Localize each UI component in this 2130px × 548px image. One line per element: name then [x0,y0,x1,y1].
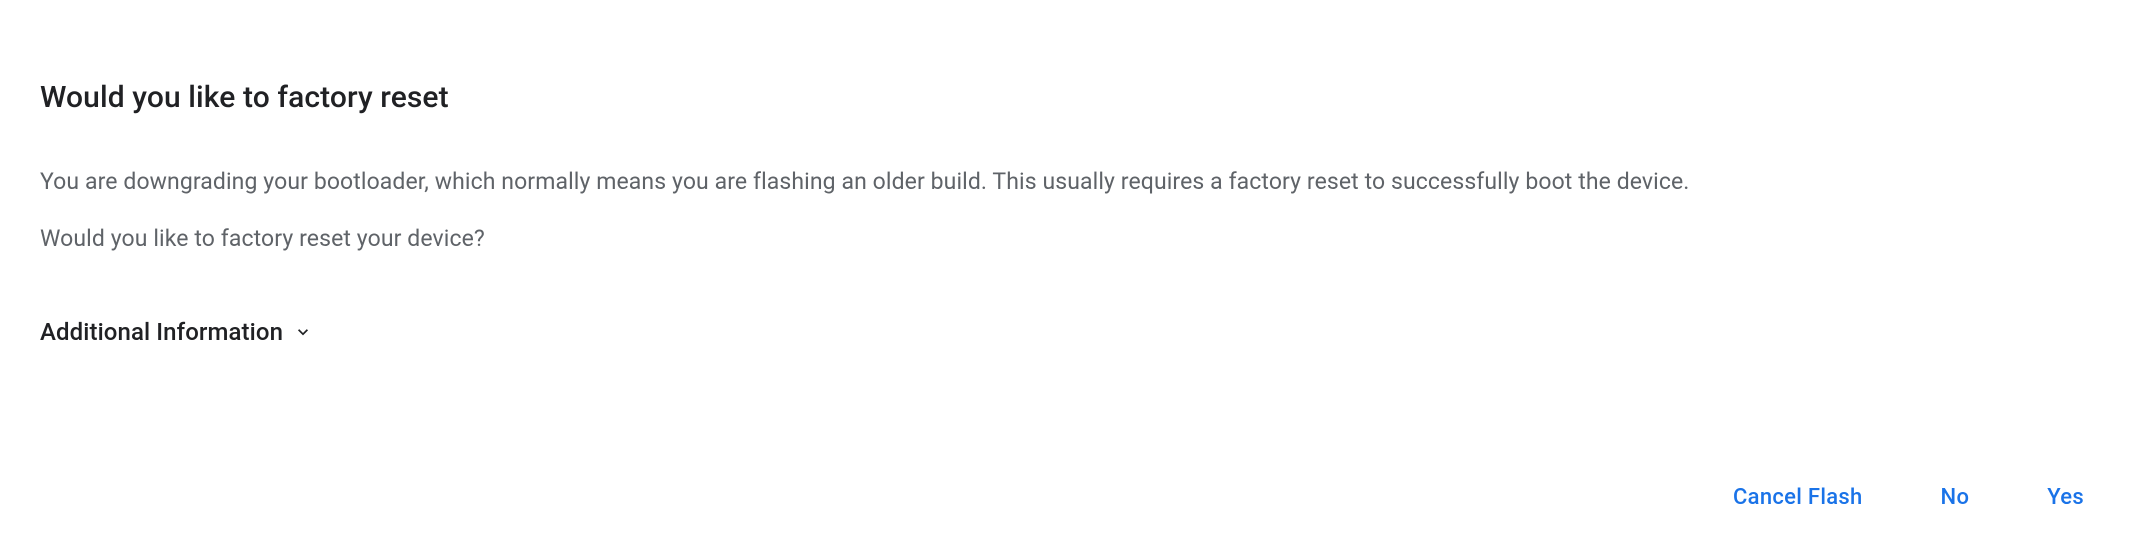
dialog-title: Would you like to factory reset [40,80,2090,115]
no-button[interactable]: No [1937,477,1974,518]
dialog-button-row: Cancel Flash No Yes [1729,477,2088,518]
yes-button[interactable]: Yes [2043,477,2088,518]
additional-information-toggle[interactable]: Additional Information [40,318,313,346]
additional-information-label: Additional Information [40,318,283,346]
chevron-down-icon [293,322,313,342]
dialog-body-line1: You are downgrading your bootloader, whi… [40,165,2090,200]
cancel-flash-button[interactable]: Cancel Flash [1729,477,1867,518]
dialog-body-line2: Would you like to factory reset your dev… [40,222,2090,257]
